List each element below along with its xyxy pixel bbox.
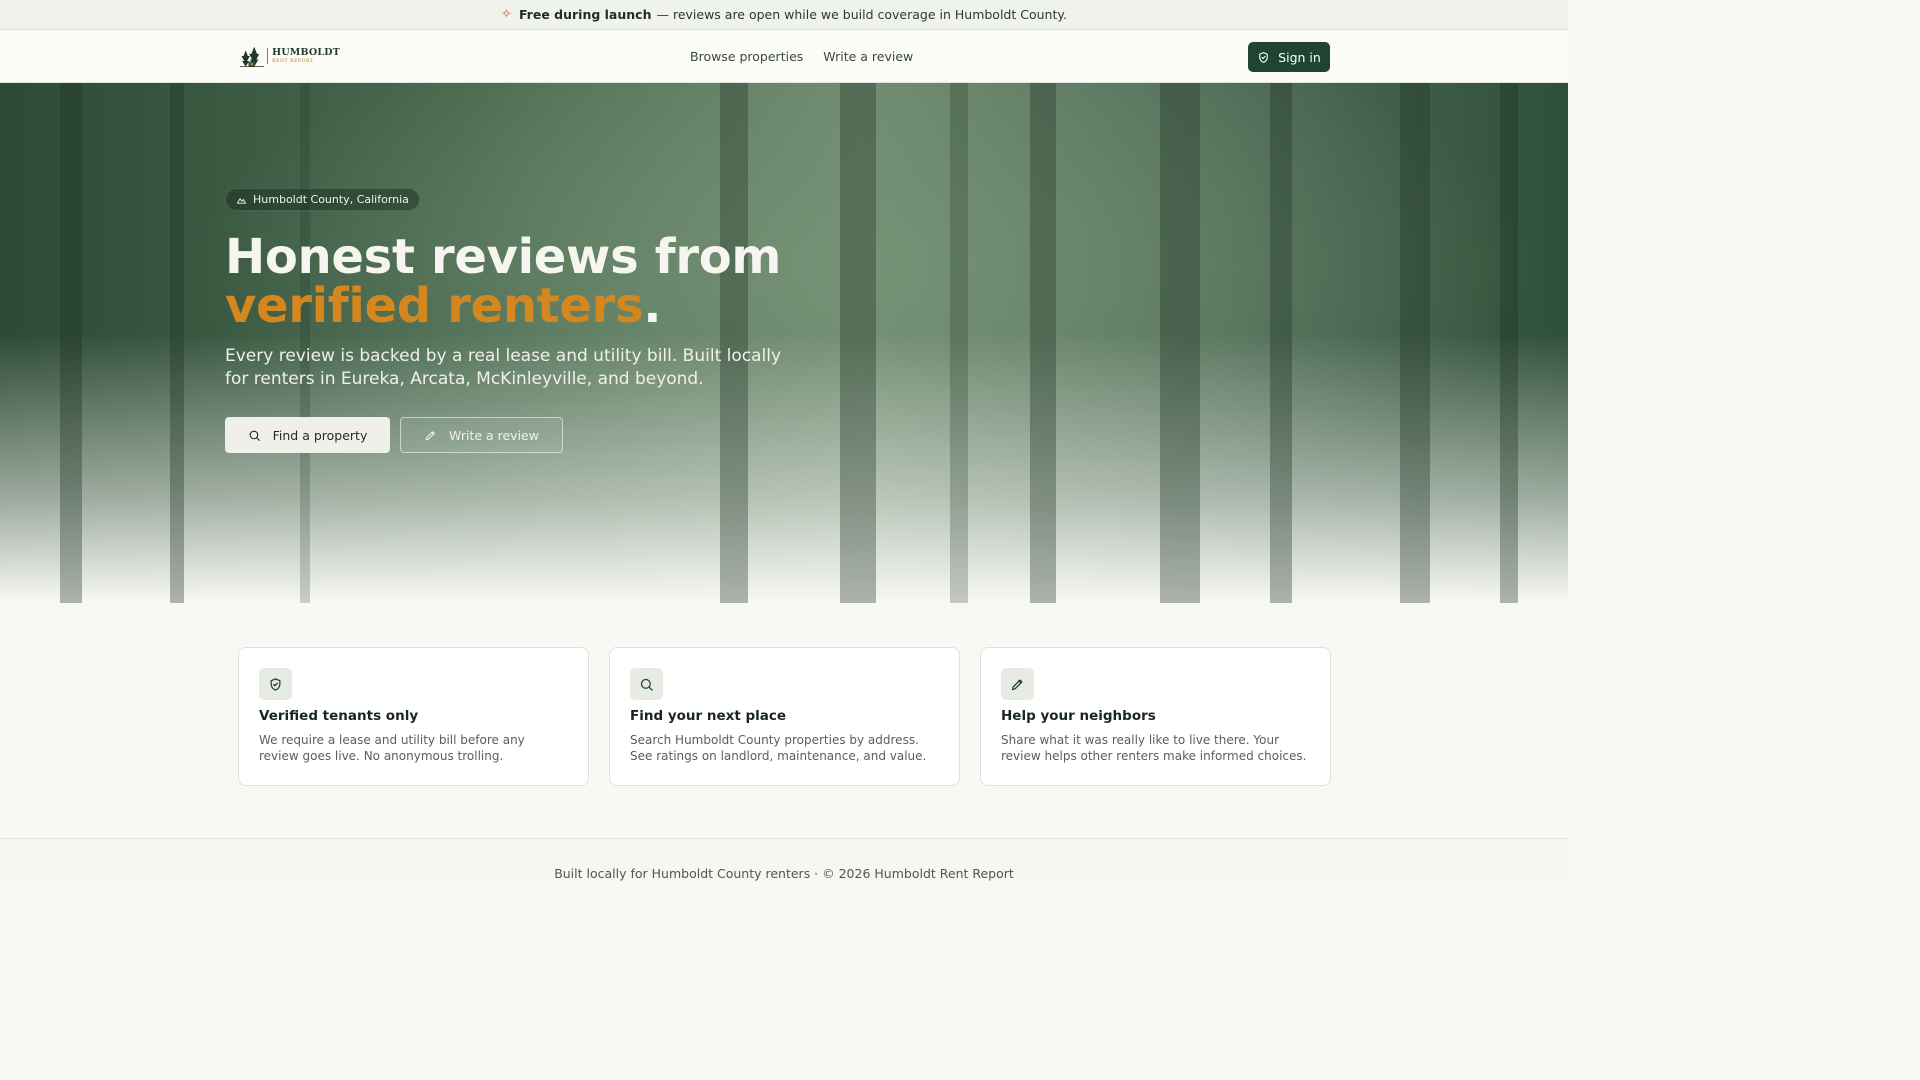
logo-line1: HUMBOLDT bbox=[272, 47, 340, 58]
pine-tree-icon bbox=[240, 46, 265, 68]
feature-cards: Verified tenants only We require a lease… bbox=[238, 647, 1331, 786]
tree-trunk bbox=[170, 83, 184, 603]
feature-title: Find your next place bbox=[630, 708, 787, 724]
hero-title-end: . bbox=[643, 278, 662, 334]
site-footer: Built locally for Humboldt County renter… bbox=[0, 838, 1568, 882]
feature-text: Share what it was really like to live th… bbox=[1001, 733, 1307, 763]
nav-browse-properties[interactable]: Browse properties bbox=[690, 49, 803, 64]
find-property-button[interactable]: Find a property bbox=[225, 417, 390, 453]
announcement-text: — reviews are open while we build covera… bbox=[656, 7, 1067, 22]
tree-trunk bbox=[60, 83, 82, 603]
feature-title: Verified tenants only bbox=[259, 708, 419, 724]
search-icon bbox=[249, 430, 260, 441]
hero-section: Humboldt County, California Honest revie… bbox=[0, 83, 1568, 603]
feature-card-find: Find your next place Search Humboldt Cou… bbox=[609, 647, 960, 786]
hero-content: Humboldt County, California Honest revie… bbox=[225, 188, 785, 453]
tree-trunk bbox=[1270, 83, 1292, 603]
feature-text: Search Humboldt County properties by add… bbox=[630, 733, 927, 763]
feature-card-verified: Verified tenants only We require a lease… bbox=[238, 647, 589, 786]
find-property-label: Find a property bbox=[272, 427, 368, 443]
tree-trunk bbox=[1160, 83, 1200, 603]
site-header: HUMBOLDT RENT REPORT Browse properties W… bbox=[0, 30, 1568, 83]
feature-icon-box bbox=[259, 668, 292, 700]
feature-text: We require a lease and utility bill befo… bbox=[259, 733, 525, 763]
location-badge-label: Humboldt County, California bbox=[253, 193, 409, 206]
hero-title-accent: verified renters bbox=[225, 278, 644, 334]
write-review-label: Write a review bbox=[449, 427, 539, 443]
tree-trunk bbox=[1500, 83, 1518, 603]
hero-subtitle: Every review is backed by a real lease a… bbox=[225, 346, 782, 389]
footer-text: Built locally for Humboldt County renter… bbox=[554, 866, 1014, 881]
hero-title: Honest reviews from verified renters. bbox=[225, 233, 785, 331]
sign-in-label: Sign in bbox=[1278, 49, 1321, 65]
pencil-icon bbox=[425, 430, 435, 440]
logo-text: HUMBOLDT RENT REPORT bbox=[267, 48, 340, 64]
tree-trunk bbox=[1400, 83, 1430, 603]
tree-trunk bbox=[1030, 83, 1056, 603]
feature-icon-box bbox=[1001, 668, 1034, 700]
location-badge: Humboldt County, California bbox=[225, 188, 420, 211]
main-nav: Browse properties Write a review bbox=[690, 49, 913, 64]
logo-line2: RENT REPORT bbox=[272, 58, 314, 64]
tree-trunk bbox=[950, 83, 968, 603]
feature-title: Help your neighbors bbox=[1001, 708, 1156, 724]
shield-icon bbox=[1259, 51, 1269, 63]
announcement-bold: Free during launch bbox=[518, 7, 652, 22]
sign-in-button[interactable]: Sign in bbox=[1248, 42, 1330, 72]
sparkle-icon: ✧ bbox=[501, 7, 512, 22]
search-icon bbox=[640, 678, 653, 691]
write-review-button[interactable]: Write a review bbox=[400, 417, 563, 453]
announcement-bar: ✧ Free during launch — reviews are open … bbox=[0, 0, 1568, 30]
tree-trunk bbox=[840, 83, 876, 603]
hero-title-main: Honest reviews from bbox=[225, 229, 782, 285]
site-logo[interactable]: HUMBOLDT RENT REPORT bbox=[240, 40, 340, 72]
mountain-icon bbox=[236, 198, 247, 204]
feature-card-help: Help your neighbors Share what it was re… bbox=[980, 647, 1331, 786]
hero-actions: Find a property Write a review bbox=[225, 417, 785, 453]
nav-write-review[interactable]: Write a review bbox=[823, 49, 913, 64]
pencil-icon bbox=[1011, 679, 1023, 690]
shield-icon bbox=[270, 677, 281, 691]
feature-icon-box bbox=[630, 668, 663, 700]
